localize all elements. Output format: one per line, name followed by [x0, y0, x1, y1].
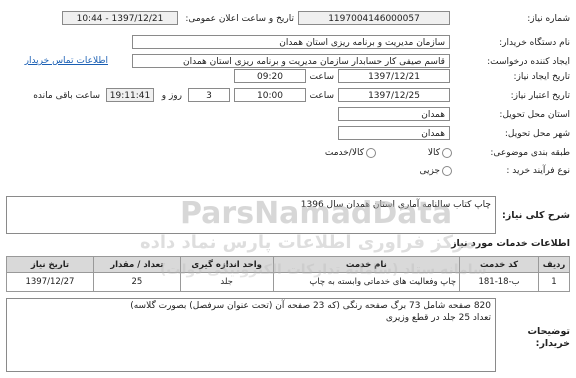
buyer-field[interactable]: سازمان مدیریت و برنامه ریزی استان همدان [132, 35, 450, 49]
valid-date-field[interactable]: 1397/12/25 [338, 88, 450, 102]
create-time-label: ساعت [309, 72, 335, 82]
table-row: 1 ب-18-181 چاپ وفعالیت های خدماتی وابسته… [6, 272, 570, 292]
need-number-field[interactable]: 1197004146000057 [298, 11, 450, 25]
remaining-label: ساعت باقی مانده [33, 91, 100, 101]
category-label: طبقه بندی موضوعی: [490, 148, 570, 158]
buyer-notes-label: توضیحات خریدار: [527, 326, 570, 349]
creator-label: ایجاد کننده درخواست: [487, 57, 570, 67]
col-row-header: ردیف [538, 256, 570, 273]
category-goods-service-label: کالا/خدمت [324, 148, 364, 158]
services-table: ردیف کد خدمت نام خدمت واحد اندازه گیری ت… [6, 256, 570, 292]
watermark-line2: مرکز فراوری اطلاعات پارس نماد داده [140, 232, 476, 253]
process-label: نوع فرآیند خرید : [506, 166, 570, 176]
services-title: اطلاعات خدمات مورد نیاز [451, 238, 570, 249]
cell-unit: جلد [179, 272, 274, 292]
description-box[interactable]: چاپ کتاب سالنامه آماری استان همدان سال 1… [6, 196, 496, 234]
days-field: 3 [188, 88, 230, 102]
cell-date: 1397/12/27 [6, 272, 94, 292]
buyer-notes-line2: تعداد 25 جلد در قطع وزیری [385, 313, 491, 323]
col-code-header: کد خدمت [459, 256, 540, 273]
description-text: چاپ کتاب سالنامه آماری استان همدان سال 1… [300, 200, 491, 210]
announce-field[interactable]: 1397/12/21 - 10:44 [62, 11, 178, 25]
create-date-field[interactable]: 1397/12/21 [338, 69, 450, 83]
cell-code: ب-18-181 [459, 272, 540, 292]
col-qty-header: تعداد / مقدار [92, 256, 181, 273]
buyer-notes-line1: 820 صفحه شامل 73 برگ صفحه رنگی (که 23 صف… [130, 301, 491, 311]
process-partial-radio[interactable] [442, 166, 452, 176]
category-goods-radio[interactable] [442, 148, 452, 158]
creator-field[interactable]: قاسم صیفی کار حسابدار سازمان مدیریت و بر… [132, 54, 450, 68]
create-date-label: تاریخ ایجاد نیاز: [513, 72, 570, 82]
description-label: شرح کلی نیاز: [501, 210, 570, 221]
contact-info-link[interactable]: اطلاعات تماس خریدار [25, 56, 108, 66]
city-field[interactable]: همدان [338, 126, 450, 140]
buyer-notes-box[interactable]: 820 صفحه شامل 73 برگ صفحه رنگی (که 23 صف… [6, 298, 496, 372]
valid-time-label: ساعت [309, 91, 335, 101]
province-label: استان محل تحویل: [499, 110, 570, 120]
cell-name: چاپ وفعالیت های خدماتی وابسته به چاپ [272, 272, 461, 292]
cell-qty: 25 [92, 272, 181, 292]
col-date-header: تاریخ نیاز [6, 256, 94, 273]
city-label: شهر محل تحویل: [504, 129, 570, 139]
category-goods-label: کالا [427, 148, 440, 158]
cell-row: 1 [538, 272, 570, 292]
col-name-header: نام خدمت [272, 256, 461, 273]
col-unit-header: واحد اندازه گیری [179, 256, 274, 273]
valid-label: تاریخ اعتبار نیاز: [510, 91, 570, 101]
need-number-label: شماره نیاز: [527, 14, 570, 24]
valid-time-field[interactable]: 10:00 [234, 88, 306, 102]
days-label: روز و [161, 91, 182, 101]
announce-label: تاریخ و ساعت اعلان عمومی: [185, 14, 294, 24]
province-field[interactable]: همدان [338, 107, 450, 121]
remaining-time-field: 19:11:41 [106, 88, 154, 102]
category-goods-service-radio[interactable] [366, 148, 376, 158]
create-time-field[interactable]: 09:20 [234, 69, 306, 83]
process-partial-label: جزیی [419, 166, 440, 176]
buyer-label: نام دستگاه خریدار: [499, 38, 570, 48]
